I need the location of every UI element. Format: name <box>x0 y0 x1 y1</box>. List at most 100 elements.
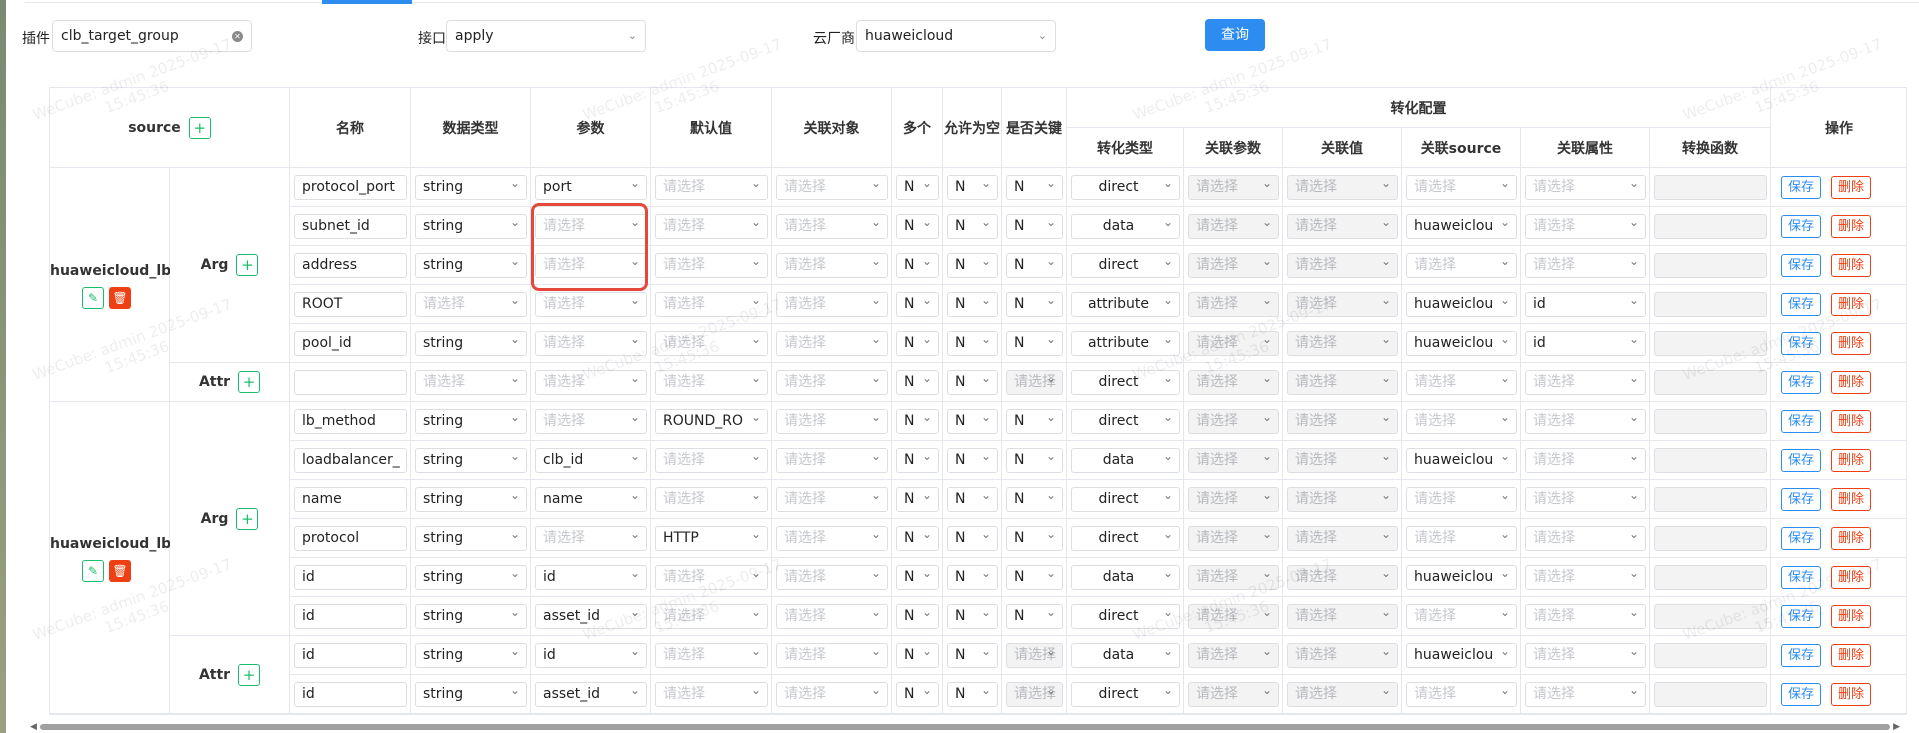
trash-icon[interactable]: 🗑 <box>109 560 131 582</box>
multi-select[interactable]: N <box>896 331 939 356</box>
key-select[interactable]: N <box>1006 214 1063 239</box>
key-select[interactable]: N <box>1006 526 1063 551</box>
key-select[interactable]: N <box>1006 331 1063 356</box>
key-select[interactable]: N <box>1006 448 1063 473</box>
interface-select[interactable]: apply ⌄ <box>446 20 646 52</box>
rsrc-select[interactable]: 请选择 <box>1406 253 1517 278</box>
key-select[interactable]: N <box>1006 292 1063 317</box>
name-input[interactable]: id <box>294 643 407 668</box>
def-select[interactable]: 请选择 <box>655 643 768 668</box>
save-button[interactable]: 保存 <box>1781 293 1821 316</box>
def-select[interactable]: 请选择 <box>655 214 768 239</box>
save-button[interactable]: 保存 <box>1781 644 1821 667</box>
rsrc-select[interactable]: huaweiclou <box>1406 448 1517 473</box>
relobj-select[interactable]: 请选择 <box>776 175 888 200</box>
delete-button[interactable]: 删除 <box>1831 449 1871 472</box>
delete-button[interactable]: 删除 <box>1831 176 1871 199</box>
rattr-select[interactable]: 请选择 <box>1525 682 1646 707</box>
save-button[interactable]: 保存 <box>1781 449 1821 472</box>
key-select[interactable]: N <box>1006 604 1063 629</box>
name-input[interactable]: id <box>294 604 407 629</box>
convert-type-select[interactable]: direct <box>1071 487 1180 512</box>
save-button[interactable]: 保存 <box>1781 605 1821 628</box>
multi-select[interactable]: N <box>896 487 939 512</box>
convert-type-select[interactable]: attribute <box>1071 292 1180 317</box>
convert-type-select[interactable]: attribute <box>1071 331 1180 356</box>
rsrc-select[interactable]: 请选择 <box>1406 175 1517 200</box>
param-select[interactable]: port <box>535 175 647 200</box>
dtype-select[interactable]: string <box>415 643 527 668</box>
delete-button[interactable]: 删除 <box>1831 254 1871 277</box>
multi-select[interactable]: N <box>896 604 939 629</box>
multi-select[interactable]: N <box>896 682 939 707</box>
param-select[interactable]: asset_id <box>535 604 647 629</box>
key-select[interactable]: N <box>1006 253 1063 278</box>
convert-type-select[interactable]: data <box>1071 565 1180 590</box>
name-input[interactable]: protocol <box>294 526 407 551</box>
convert-type-select[interactable]: direct <box>1071 526 1180 551</box>
scrollbar-thumb[interactable] <box>40 724 1890 730</box>
delete-button[interactable]: 删除 <box>1831 683 1871 706</box>
dtype-select[interactable]: string <box>415 448 527 473</box>
relobj-select[interactable]: 请选择 <box>776 331 888 356</box>
dtype-select[interactable]: 请选择 <box>415 370 527 395</box>
param-select[interactable]: clb_id <box>535 448 647 473</box>
rsrc-select[interactable]: 请选择 <box>1406 526 1517 551</box>
key-select[interactable]: N <box>1006 487 1063 512</box>
relobj-select[interactable]: 请选择 <box>776 214 888 239</box>
name-input[interactable]: lb_method <box>294 409 407 434</box>
def-select[interactable]: 请选择 <box>655 175 768 200</box>
dtype-select[interactable]: string <box>415 331 527 356</box>
def-select[interactable]: 请选择 <box>655 565 768 590</box>
relobj-select[interactable]: 请选择 <box>776 292 888 317</box>
rsrc-select[interactable]: huaweiclou <box>1406 292 1517 317</box>
dtype-select[interactable]: string <box>415 487 527 512</box>
nullable-select[interactable]: N <box>947 370 998 395</box>
nullable-select[interactable]: N <box>947 565 998 590</box>
add-row-icon[interactable]: + <box>236 507 259 530</box>
save-button[interactable]: 保存 <box>1781 254 1821 277</box>
rsrc-select[interactable]: 请选择 <box>1406 604 1517 629</box>
nullable-select[interactable]: N <box>947 175 998 200</box>
add-row-icon[interactable]: + <box>238 371 261 393</box>
def-select[interactable]: 请选择 <box>655 370 768 395</box>
rattr-select[interactable]: 请选择 <box>1525 643 1646 668</box>
name-input[interactable]: loadbalancer_ <box>294 448 407 473</box>
relobj-select[interactable]: 请选择 <box>776 565 888 590</box>
rsrc-select[interactable]: 请选择 <box>1406 409 1517 434</box>
delete-button[interactable]: 删除 <box>1831 488 1871 511</box>
delete-button[interactable]: 删除 <box>1831 410 1871 433</box>
rattr-select[interactable]: 请选择 <box>1525 604 1646 629</box>
dtype-select[interactable]: string <box>415 253 527 278</box>
param-select[interactable]: 请选择 <box>535 409 647 434</box>
param-select[interactable]: 请选择 <box>535 292 647 317</box>
dtype-select[interactable]: string <box>415 175 527 200</box>
rattr-select[interactable]: 请选择 <box>1525 526 1646 551</box>
nullable-select[interactable]: N <box>947 604 998 629</box>
relobj-select[interactable]: 请选择 <box>776 253 888 278</box>
rattr-select[interactable]: 请选择 <box>1525 253 1646 278</box>
def-select[interactable]: HTTP <box>655 526 768 551</box>
dtype-select[interactable]: string <box>415 409 527 434</box>
nullable-select[interactable]: N <box>947 409 998 434</box>
name-input[interactable] <box>294 370 407 395</box>
multi-select[interactable]: N <box>896 565 939 590</box>
dtype-select[interactable]: string <box>415 214 527 239</box>
rsrc-select[interactable]: 请选择 <box>1406 682 1517 707</box>
param-select[interactable]: id <box>535 565 647 590</box>
delete-button[interactable]: 删除 <box>1831 605 1871 628</box>
save-button[interactable]: 保存 <box>1781 488 1821 511</box>
nullable-select[interactable]: N <box>947 682 998 707</box>
vendor-select[interactable]: huaweicloud ⌄ <box>856 20 1056 52</box>
nullable-select[interactable]: N <box>947 292 998 317</box>
rattr-select[interactable]: 请选择 <box>1525 370 1646 395</box>
delete-button[interactable]: 删除 <box>1831 371 1871 394</box>
param-select[interactable]: name <box>535 487 647 512</box>
param-select[interactable]: 请选择 <box>535 331 647 356</box>
add-row-icon[interactable]: + <box>236 254 259 276</box>
rsrc-select[interactable]: huaweiclou <box>1406 565 1517 590</box>
multi-select[interactable]: N <box>896 643 939 668</box>
rattr-select[interactable]: 请选择 <box>1525 448 1646 473</box>
dtype-select[interactable]: string <box>415 565 527 590</box>
active-tab-indicator[interactable] <box>322 0 412 4</box>
